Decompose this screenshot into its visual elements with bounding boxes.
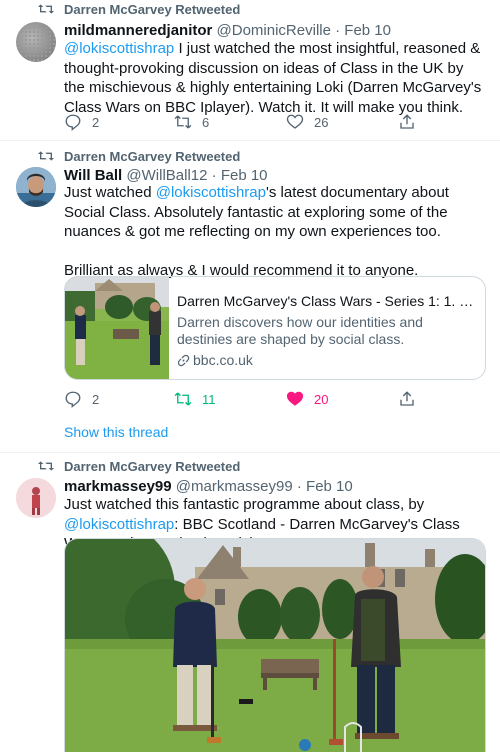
like-count: 26 bbox=[314, 114, 329, 130]
mention-link[interactable]: @lokiscottishrap bbox=[156, 184, 266, 201]
tweet-media-image[interactable] bbox=[64, 538, 486, 752]
card-domain-text: bbc.co.uk bbox=[193, 352, 253, 368]
tweet-date[interactable]: Feb 10 bbox=[221, 167, 268, 184]
retweeted-by-label: Darren McGarvey Retweeted bbox=[64, 1, 241, 17]
tweet-text: @lokiscottishrap I just watched the most… bbox=[64, 39, 488, 117]
share-icon bbox=[400, 391, 414, 406]
tweet-actions: 2 6 26 bbox=[64, 112, 424, 132]
retweet-context: Darren McGarvey Retweeted bbox=[38, 148, 240, 164]
retweet-count: 11 bbox=[202, 391, 216, 407]
retweeted-by-label: Darren McGarvey Retweeted bbox=[64, 148, 241, 164]
separator: · bbox=[296, 478, 302, 495]
tweet-text: Just watched @lokiscottishrap's latest d… bbox=[64, 183, 488, 281]
tweet-date[interactable]: Feb 10 bbox=[306, 478, 353, 495]
reply-button[interactable]: 2 bbox=[64, 112, 99, 132]
tweet-actions: 2 11 20 bbox=[64, 389, 424, 409]
author-name[interactable]: Will Ball bbox=[64, 167, 122, 184]
reply-icon bbox=[65, 114, 81, 131]
author-handle[interactable]: @markmassey99 bbox=[176, 478, 293, 495]
like-icon bbox=[286, 391, 304, 406]
reply-count: 2 bbox=[92, 114, 100, 130]
retweet-icon bbox=[174, 115, 192, 129]
tweet-text-intro: Just watched this fantastic programme ab… bbox=[64, 496, 425, 513]
link-card[interactable]: Darren McGarvey's Class Wars - Series 1:… bbox=[64, 276, 486, 380]
reply-button[interactable]: 2 bbox=[64, 389, 99, 409]
like-count: 20 bbox=[314, 391, 329, 407]
retweet-icon bbox=[38, 461, 54, 471]
retweet-button[interactable]: 11 bbox=[174, 389, 216, 409]
retweet-icon bbox=[174, 392, 192, 406]
retweet-button[interactable]: 6 bbox=[174, 112, 209, 132]
author-handle[interactable]: @DominicReville bbox=[217, 22, 331, 39]
card-thumbnail bbox=[65, 277, 169, 379]
link-icon bbox=[177, 354, 190, 367]
retweet-count: 6 bbox=[202, 114, 210, 130]
like-icon bbox=[286, 114, 304, 129]
retweet-context: Darren McGarvey Retweeted bbox=[38, 1, 240, 17]
tweet-text-intro: Just watched bbox=[64, 184, 156, 201]
author-name[interactable]: mildmanneredjanitor bbox=[64, 22, 212, 39]
show-thread-link[interactable]: Show this thread bbox=[64, 424, 168, 440]
author-name[interactable]: markmassey99 bbox=[64, 478, 172, 495]
retweet-icon bbox=[38, 4, 54, 14]
avatar[interactable] bbox=[16, 22, 56, 62]
separator: · bbox=[335, 22, 341, 39]
like-button[interactable]: 26 bbox=[286, 112, 328, 132]
tweet-2[interactable]: Darren McGarvey Retweeted Will Ball @Wil… bbox=[0, 141, 500, 453]
retweeted-by-label: Darren McGarvey Retweeted bbox=[64, 458, 241, 474]
card-description: Darren discovers how our identities and … bbox=[177, 314, 423, 347]
card-title: Darren McGarvey's Class Wars - Series 1:… bbox=[177, 293, 475, 309]
avatar[interactable] bbox=[16, 167, 56, 207]
mention-link[interactable]: @lokiscottishrap bbox=[64, 516, 174, 533]
retweet-context: Darren McGarvey Retweeted bbox=[38, 458, 240, 474]
reply-count: 2 bbox=[92, 391, 100, 407]
tweet-1[interactable]: Darren McGarvey Retweeted mildmanneredja… bbox=[0, 0, 500, 141]
share-button[interactable] bbox=[398, 389, 426, 409]
share-icon bbox=[400, 114, 414, 129]
share-button[interactable] bbox=[398, 112, 426, 132]
tweet-date[interactable]: Feb 10 bbox=[344, 22, 391, 39]
card-domain: bbc.co.uk bbox=[177, 352, 473, 369]
like-button[interactable]: 20 bbox=[286, 389, 328, 409]
separator: · bbox=[211, 167, 217, 184]
reply-icon bbox=[65, 391, 81, 408]
retweet-icon bbox=[38, 151, 54, 161]
author-handle[interactable]: @WillBall12 bbox=[126, 167, 207, 184]
avatar[interactable] bbox=[16, 478, 56, 518]
mention-link[interactable]: @lokiscottishrap bbox=[64, 40, 174, 57]
